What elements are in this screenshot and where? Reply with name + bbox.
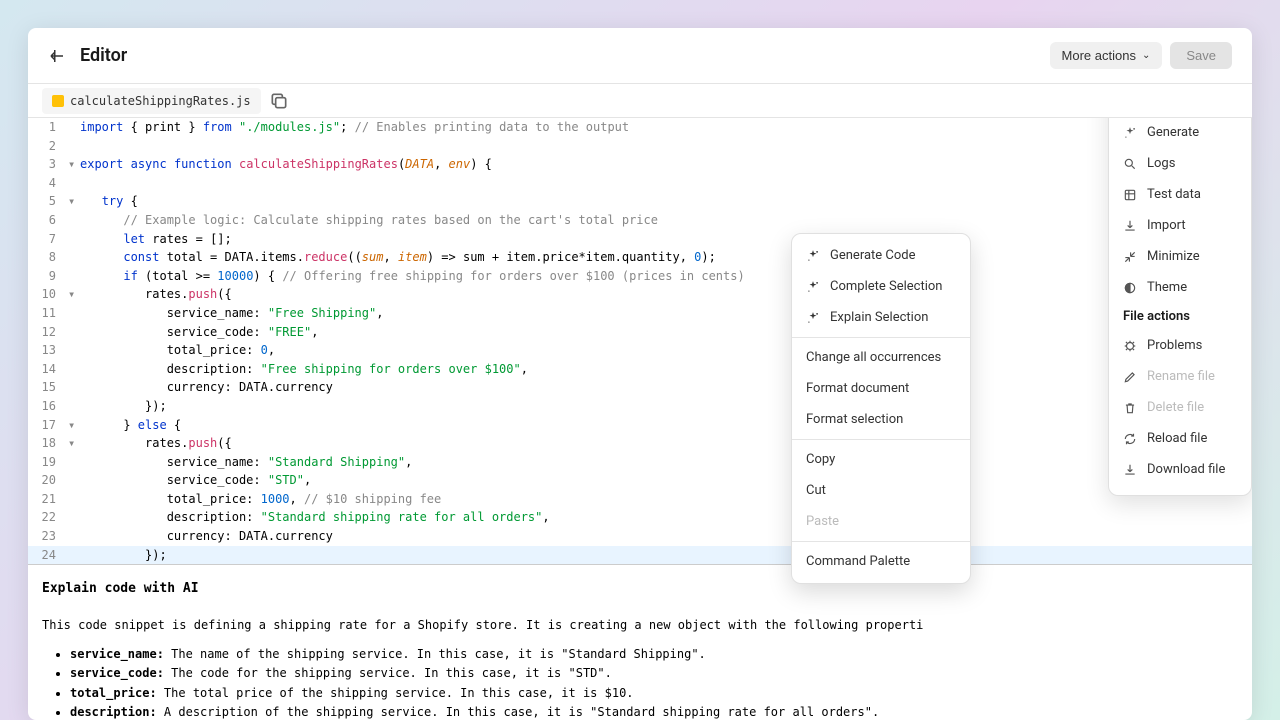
code-line[interactable]: 15 currency: DATA.currency — [28, 378, 1252, 397]
code-line[interactable]: 18▾ rates.push({ — [28, 434, 1252, 453]
explain-title: Explain code with AI — [42, 579, 1238, 600]
panel-item[interactable]: Minimize — [1109, 241, 1251, 272]
page-title: Editor — [80, 45, 1036, 66]
code-line[interactable]: 21 total_price: 1000, // $10 shipping fe… — [28, 490, 1252, 509]
chevron-down-icon: ⌄ — [1142, 50, 1150, 61]
pencil-icon — [1123, 370, 1137, 384]
code-line[interactable]: 2 — [28, 137, 1252, 156]
code-line[interactable]: 9 if (total >= 10000) { // Offering free… — [28, 267, 1252, 286]
code-line[interactable]: 7 let rates = []; — [28, 230, 1252, 249]
explain-item: service_code: The code for the shipping … — [70, 664, 1238, 683]
context-menu-item[interactable]: Format document — [792, 373, 970, 404]
search-icon — [1123, 157, 1137, 171]
code-line[interactable]: 1import { print } from "./modules.js"; /… — [28, 118, 1252, 137]
code-line[interactable]: 6 // Example logic: Calculate shipping r… — [28, 211, 1252, 230]
download-icon — [1123, 219, 1137, 233]
code-line[interactable]: 3▾export async function calculateShippin… — [28, 155, 1252, 174]
sparkle-icon — [806, 249, 820, 263]
code-line[interactable]: 23 currency: DATA.currency — [28, 527, 1252, 546]
code-line[interactable]: 8 const total = DATA.items.reduce((sum, … — [28, 248, 1252, 267]
code-line[interactable]: 22 description: "Standard shipping rate … — [28, 508, 1252, 527]
actions-panel: Editor actionsRunGenerateLogsTest dataIm… — [1108, 118, 1252, 496]
save-button[interactable]: Save — [1170, 42, 1232, 69]
panel-item[interactable]: Theme — [1109, 272, 1251, 303]
sparkle-icon — [1123, 126, 1137, 140]
explain-panel: Explain code with AI This code snippet i… — [28, 564, 1252, 720]
code-line[interactable]: 10▾ rates.push({ — [28, 285, 1252, 304]
code-line[interactable]: 14 description: "Free shipping for order… — [28, 360, 1252, 379]
explain-item: description: A description of the shippi… — [70, 703, 1238, 720]
context-menu-item[interactable]: Generate Code — [792, 240, 970, 271]
tab-bar: calculateShippingRates.js — [28, 84, 1252, 118]
context-menu-item[interactable]: Command Palette — [792, 546, 970, 577]
copy-icon[interactable] — [269, 91, 289, 111]
code-line[interactable]: 24 }); — [28, 546, 1252, 565]
code-line[interactable]: 19 service_name: "Standard Shipping", — [28, 453, 1252, 472]
panel-item: Delete file — [1109, 392, 1251, 423]
context-menu-item[interactable]: Cut — [792, 475, 970, 506]
code-line[interactable]: 20 service_code: "STD", — [28, 471, 1252, 490]
explain-item: total_price: The total price of the ship… — [70, 684, 1238, 703]
panel-header: File actions — [1109, 303, 1251, 330]
context-menu-item[interactable]: Change all occurrences — [792, 342, 970, 373]
panel-item[interactable]: Test data — [1109, 179, 1251, 210]
panel-item: Rename file — [1109, 361, 1251, 392]
context-menu-item[interactable]: Complete Selection — [792, 271, 970, 302]
file-tab[interactable]: calculateShippingRates.js — [42, 88, 261, 114]
panel-item[interactable]: Problems — [1109, 330, 1251, 361]
download-icon — [1123, 463, 1137, 477]
editor-area: 1import { print } from "./modules.js"; /… — [28, 118, 1252, 720]
panel-item[interactable]: Generate — [1109, 118, 1251, 148]
context-menu-item: Paste — [792, 506, 970, 537]
header: Editor More actions⌄ Save — [28, 28, 1252, 84]
panel-item[interactable]: Download file — [1109, 454, 1251, 485]
panel-item[interactable]: Import — [1109, 210, 1251, 241]
panel-item[interactable]: Reload file — [1109, 423, 1251, 454]
sparkle-icon — [806, 280, 820, 294]
reload-icon — [1123, 432, 1137, 446]
code-editor[interactable]: 1import { print } from "./modules.js"; /… — [28, 118, 1252, 720]
code-line[interactable]: 17▾ } else { — [28, 416, 1252, 435]
code-line[interactable]: 11 service_name: "Free Shipping", — [28, 304, 1252, 323]
code-line[interactable]: 12 service_code: "FREE", — [28, 323, 1252, 342]
tab-filename: calculateShippingRates.js — [70, 94, 251, 108]
code-line[interactable]: 5▾ try { — [28, 192, 1252, 211]
context-menu-item[interactable]: Format selection — [792, 404, 970, 435]
context-menu-item[interactable]: Explain Selection — [792, 302, 970, 333]
context-menu-item[interactable]: Copy — [792, 444, 970, 475]
back-icon[interactable] — [48, 47, 66, 65]
more-actions-button[interactable]: More actions⌄ — [1050, 42, 1163, 69]
explain-item: service_name: The name of the shipping s… — [70, 645, 1238, 664]
theme-icon — [1123, 281, 1137, 295]
code-line[interactable]: 13 total_price: 0, — [28, 341, 1252, 360]
bug-icon — [1123, 339, 1137, 353]
sparkle-icon — [806, 311, 820, 325]
code-line[interactable]: 16 }); — [28, 397, 1252, 416]
trash-icon — [1123, 401, 1137, 415]
context-menu: Generate CodeComplete SelectionExplain S… — [791, 233, 971, 584]
code-line[interactable]: 4 — [28, 174, 1252, 193]
data-icon — [1123, 188, 1137, 202]
js-file-icon — [52, 95, 64, 107]
explain-intro: This code snippet is defining a shipping… — [42, 616, 1238, 635]
minimize-icon — [1123, 250, 1137, 264]
panel-item[interactable]: Logs — [1109, 148, 1251, 179]
